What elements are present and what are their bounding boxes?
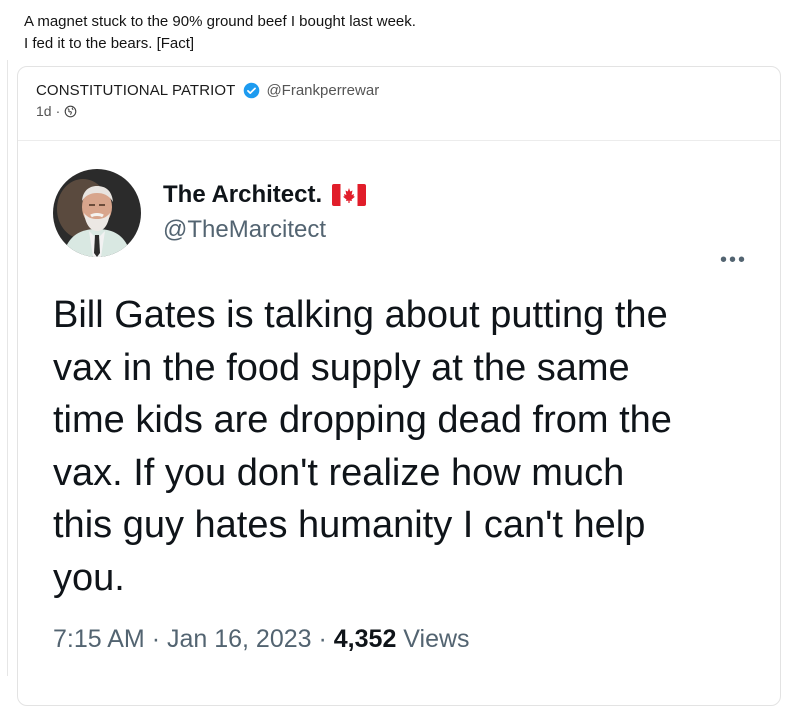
quoted-author-name[interactable]: CONSTITUTIONAL PATRIOT bbox=[36, 82, 235, 99]
quoted-post-header: CONSTITUTIONAL PATRIOT @Frankperrewar bbox=[36, 80, 379, 100]
post-text-line: I fed it to the bears. [Fact] bbox=[24, 35, 195, 52]
tweet-body-line: vax in the food supply at the same bbox=[53, 346, 630, 389]
quoted-post-meta: 1d · bbox=[36, 103, 77, 119]
tweet-author-name: The Architect. bbox=[163, 181, 367, 209]
tweet-time: 7:15 AM bbox=[53, 625, 145, 653]
footer-separator: · bbox=[151, 625, 161, 653]
canada-flag-icon bbox=[332, 184, 367, 206]
meta-separator: · bbox=[55, 103, 61, 119]
thread-rule bbox=[7, 60, 8, 676]
globe-icon bbox=[64, 105, 77, 117]
tweet-body-line: vax. If you don't realize how much bbox=[53, 451, 625, 494]
verified-badge-icon bbox=[244, 82, 260, 98]
more-options-icon: ••• bbox=[720, 249, 748, 271]
avatar-portrait bbox=[53, 169, 141, 257]
views-count: 4,352 bbox=[333, 625, 397, 653]
tweet-body-line: time kids are dropping dead from the bbox=[53, 399, 672, 441]
quoted-post-card[interactable]: CONSTITUTIONAL PATRIOT @Frankperrewar 1d… bbox=[17, 66, 781, 706]
tweet-date: Jan 16, 2023 bbox=[166, 625, 312, 653]
tweet-body-line: Bill Gates is talking about putting the bbox=[53, 294, 668, 336]
post-text-line: A magnet stuck to the 90% ground beef I … bbox=[24, 13, 416, 30]
tweet-body-line: you. bbox=[53, 556, 125, 599]
tweet-author-name-text: The Architect. bbox=[163, 181, 323, 208]
tweet-body: Bill Gates is talking about putting the … bbox=[53, 289, 773, 604]
avatar bbox=[53, 169, 141, 257]
post-text: A magnet stuck to the 90% ground beef I … bbox=[24, 11, 416, 55]
tweet-author-handle: @TheMarcitect bbox=[163, 216, 327, 243]
quoted-author-handle[interactable]: @Frankperrewar bbox=[266, 82, 379, 99]
tweet-screenshot-image: The Architect. @TheMarcitect ••• Bill Ga… bbox=[18, 141, 780, 707]
footer-separator: · bbox=[318, 625, 327, 653]
views-label: Views bbox=[403, 625, 470, 653]
tweet-footer: 7:15 AM · Jan 16, 2023 · 4,352 Views bbox=[53, 625, 470, 654]
tweet-body-line: this guy hates humanity I can't help bbox=[53, 504, 646, 546]
time-ago[interactable]: 1d bbox=[36, 103, 52, 119]
